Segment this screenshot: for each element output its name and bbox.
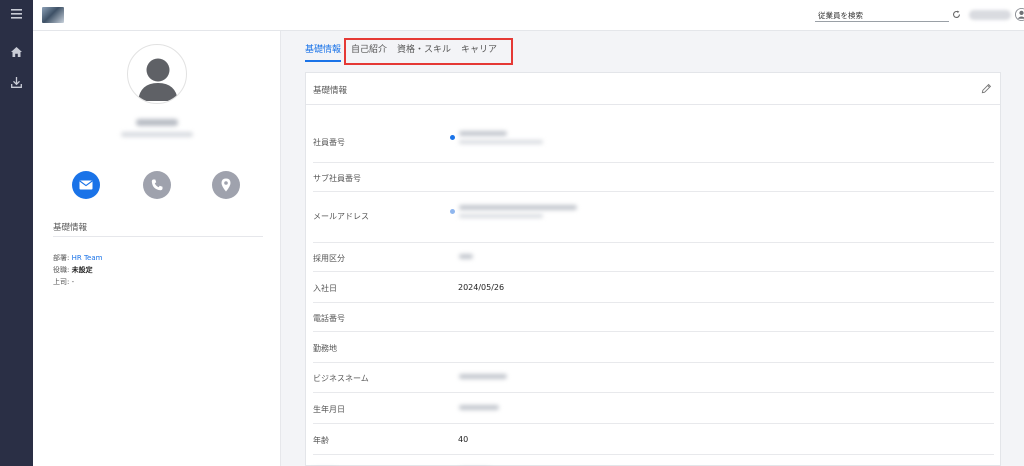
avatar: [127, 44, 187, 104]
download-icon[interactable]: [0, 71, 33, 93]
row-value: 40: [458, 435, 469, 444]
row-date-of-birth: 生年月日: [313, 393, 994, 424]
card-title: 基礎情報: [313, 86, 348, 96]
department-label: 部署:: [53, 254, 70, 262]
info-rows: 社員番号 サブ社員番号 メールアドレス 採用区分 入社日 2024/05/26: [313, 120, 994, 466]
row-label: 電話番号: [313, 314, 345, 323]
location-button[interactable]: [212, 171, 240, 199]
profile-panel: 基礎情報 部署: HR Team 役職: 未設定 上司: -: [33, 31, 281, 466]
tab-basic-info[interactable]: 基礎情報: [305, 42, 342, 62]
business-name-value: [459, 374, 507, 379]
employee-search[interactable]: [815, 9, 949, 22]
manager-value: -: [71, 278, 75, 286]
user-avatar-icon[interactable]: [1015, 8, 1024, 21]
email-button[interactable]: [72, 171, 100, 199]
refresh-icon[interactable]: [952, 10, 961, 19]
phone-button[interactable]: [143, 171, 171, 199]
basic-info-heading: 基礎情報: [53, 223, 88, 233]
row-label: 採用区分: [313, 254, 345, 263]
manager-label: 上司:: [53, 278, 70, 286]
company-logo[interactable]: [42, 7, 64, 23]
card-header: 基礎情報: [306, 73, 1000, 105]
row-label: 生年月日: [313, 405, 345, 414]
row-label: 入社日: [313, 284, 337, 293]
row-sub-employee-number: サブ社員番号: [313, 163, 994, 192]
row-label: メールアドレス: [313, 212, 369, 221]
employment-type-value: [459, 254, 473, 259]
row-employee-number: 社員番号: [313, 120, 994, 163]
email-detail: [459, 214, 543, 218]
department-line: 部署: HR Team: [53, 253, 102, 263]
profile-divider: [53, 236, 263, 237]
row-hire-date: 入社日 2024/05/26: [313, 272, 994, 303]
row-age: 年齢 40: [313, 424, 994, 455]
status-dot: [450, 209, 455, 214]
row-label: 年齢: [313, 436, 329, 445]
row-employment-type: 採用区分: [313, 243, 994, 272]
employee-name: [136, 119, 178, 126]
row-phone-number: 電話番号: [313, 303, 994, 332]
employee-number-value: [459, 131, 507, 136]
position-value: 未設定: [71, 266, 93, 274]
row-label: 社員番号: [313, 138, 345, 147]
basic-info-card: 基礎情報 社員番号 サブ社員番号 メールアドレス 採用区分 入社日 2024/0…: [305, 72, 1001, 466]
row-label: サブ社員番号: [313, 174, 361, 183]
search-input[interactable]: [815, 9, 935, 21]
position-line: 役職: 未設定: [53, 265, 93, 275]
edit-pencil-icon[interactable]: [981, 83, 992, 94]
row-value: 2024/05/26: [458, 283, 505, 292]
highlight-annotation: [344, 38, 513, 65]
row-email-address: メールアドレス: [313, 192, 994, 243]
home-icon[interactable]: [0, 41, 33, 63]
top-bar: ?: [33, 0, 1024, 31]
employee-number-detail: [459, 140, 543, 144]
row-work-location: 勤務地: [313, 332, 994, 363]
row-label: 勤務地: [313, 344, 337, 353]
menu-icon[interactable]: [0, 3, 33, 25]
position-label: 役職:: [53, 266, 70, 274]
user-name-chip[interactable]: [969, 10, 1011, 20]
row-partial: [313, 455, 994, 466]
side-rail: [0, 0, 33, 466]
row-label: ビジネスネーム: [313, 374, 369, 383]
row-business-name: ビジネスネーム: [313, 363, 994, 393]
status-dot: [450, 135, 455, 140]
date-of-birth-value: [459, 405, 499, 410]
manager-line: 上司: -: [53, 277, 74, 287]
employee-subtitle: [121, 132, 193, 137]
email-value: [459, 205, 577, 210]
department-link[interactable]: HR Team: [72, 254, 103, 262]
